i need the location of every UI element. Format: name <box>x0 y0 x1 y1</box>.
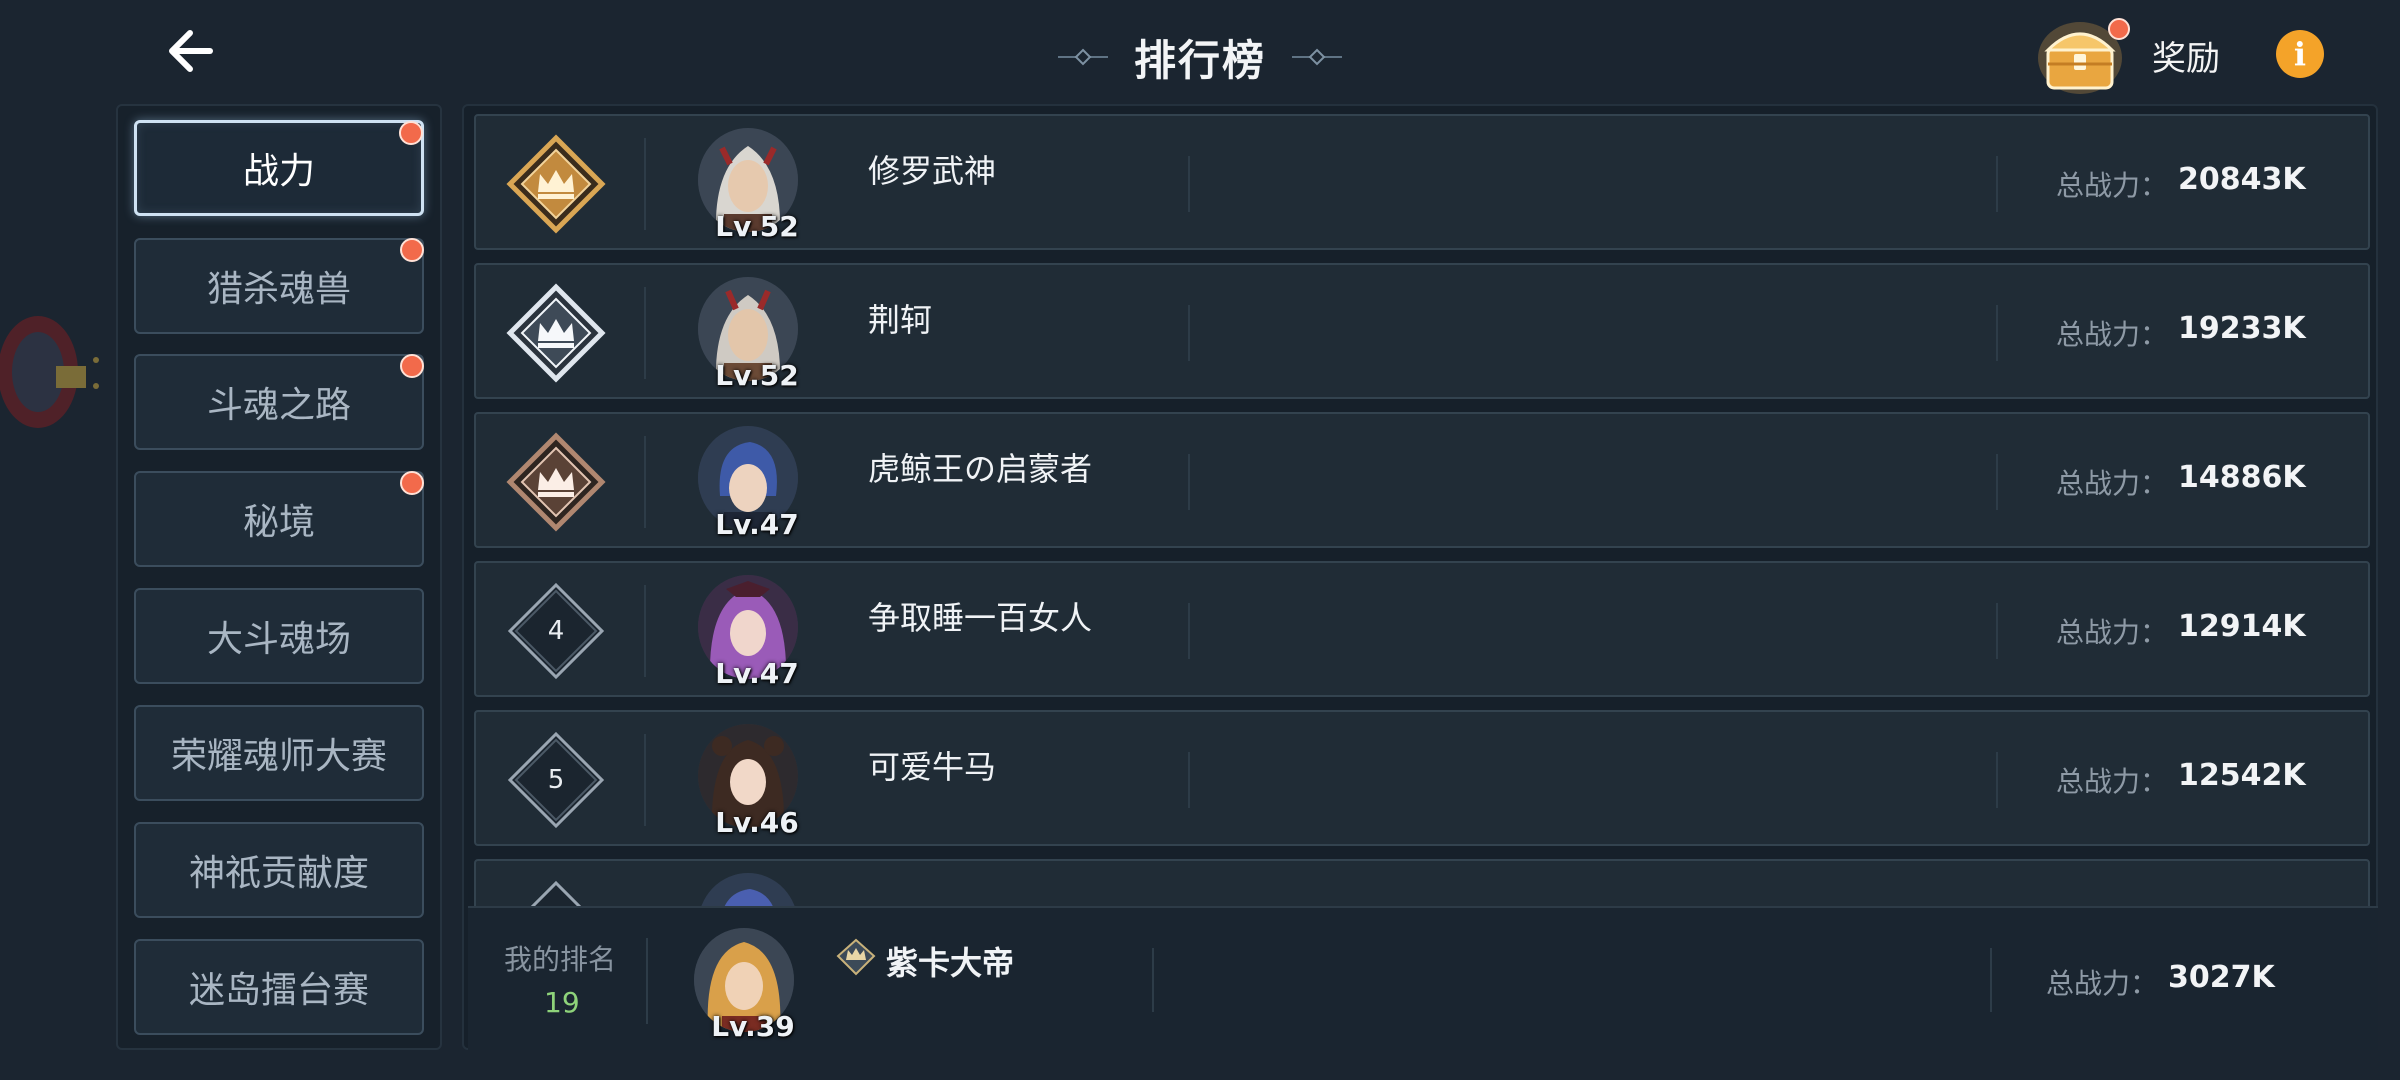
row-divider <box>1188 752 1190 808</box>
title-ornament-right-icon <box>1292 48 1342 66</box>
row-divider <box>1152 948 1154 1012</box>
row-divider <box>1996 454 1998 510</box>
power-label: 总战力： <box>2056 616 2169 649</box>
player-name: 虎鲸王の启蒙者 <box>868 450 1093 488</box>
power-value: 19233K <box>2178 311 2306 346</box>
row-divider <box>1990 948 1992 1012</box>
gold-crown-rank-icon <box>506 134 606 234</box>
back-button[interactable] <box>150 16 230 86</box>
power-value: 20843K <box>2178 162 2306 197</box>
power-label: 总战力： <box>2056 318 2169 351</box>
power-value: 12914K <box>2178 609 2306 644</box>
row-divider <box>644 585 646 677</box>
tab-notification-dot <box>400 354 424 378</box>
row-divider <box>644 138 646 230</box>
tab-hunt-beasts[interactable]: 猎杀魂兽 <box>134 238 424 334</box>
info-icon[interactable]: i <box>2276 30 2324 78</box>
tab-deity-contribution[interactable]: 神祇贡献度 <box>134 822 424 918</box>
tab-label: 秘境 <box>242 502 315 543</box>
tab-label: 猎杀魂兽 <box>206 269 351 310</box>
tab-label: 神祇贡献度 <box>188 853 369 894</box>
tab-label: 战力 <box>242 151 315 192</box>
reward-label: 奖励 <box>2152 38 2220 79</box>
tab-label: 迷岛擂台赛 <box>188 970 369 1011</box>
ranking-row[interactable]: Lv.52 荆轲 总战力： 19233K <box>474 263 2370 399</box>
my-power-label: 总战力： <box>2046 967 2159 1000</box>
row-divider <box>1996 156 1998 212</box>
row-divider <box>644 734 646 826</box>
title-bar: 排行榜 <box>1030 22 1370 92</box>
player-level: Lv.52 <box>715 359 799 392</box>
rank-number-badge: 5 <box>506 730 606 830</box>
tab-label: 大斗魂场 <box>206 619 351 660</box>
rank-number-badge: 4 <box>506 581 606 681</box>
player-level: Lv.47 <box>715 508 799 541</box>
reward-button[interactable]: 奖励 <box>2036 14 2266 96</box>
info-glyph: i <box>2293 35 2307 73</box>
rank-number: 4 <box>547 616 565 646</box>
tab-grand-arena[interactable]: 大斗魂场 <box>134 588 424 684</box>
tab-island-arena[interactable]: 迷岛擂台赛 <box>134 939 424 1035</box>
row-divider <box>644 436 646 528</box>
row-divider <box>1188 603 1190 659</box>
tab-label: 荣耀魂师大赛 <box>170 736 387 777</box>
title-ornament-left-icon <box>1057 48 1108 66</box>
row-divider <box>1188 156 1190 212</box>
row-divider <box>1188 305 1190 361</box>
ranking-row[interactable]: 5 Lv.46 可爱牛马 总战力： 12542K <box>474 710 2370 846</box>
power-label: 总战力： <box>2056 467 2169 500</box>
silver-crown-rank-icon <box>506 283 606 383</box>
row-divider <box>1996 305 1998 361</box>
tab-combat-power[interactable]: 战力 <box>134 120 424 216</box>
my-rank-bar: 我的排名 19 Lv.39 紫卡大帝 总战力： 3027K <box>468 906 2378 1050</box>
row-divider <box>646 938 648 1024</box>
player-level: Lv.47 <box>715 657 799 690</box>
my-level: Lv.39 <box>711 1010 795 1043</box>
row-divider <box>1188 454 1190 510</box>
tab-notification-dot <box>400 238 424 262</box>
my-rank-number: 19 <box>544 986 580 1019</box>
ranking-row[interactable]: Lv.47 虎鲸王の启蒙者 总战力： 14886K <box>474 412 2370 548</box>
rank-number: 5 <box>547 765 565 795</box>
power-label: 总战力： <box>2056 765 2169 798</box>
power-value: 12542K <box>2178 758 2306 793</box>
category-sidebar: 战力 猎杀魂兽 斗魂之路 秘境 大斗魂场 荣耀魂师大赛 神祇贡献度 迷岛擂台赛 <box>116 104 442 1050</box>
tab-secret-realm[interactable]: 秘境 <box>134 471 424 567</box>
my-power-value: 3027K <box>2168 960 2275 995</box>
player-level: Lv.52 <box>715 210 799 243</box>
my-player-name: 紫卡大帝 <box>886 944 1015 982</box>
tab-soul-road[interactable]: 斗魂之路 <box>134 354 424 450</box>
ranking-row[interactable]: Lv.52 修罗武神 总战力： 20843K <box>474 114 2370 250</box>
tab-notification-dot <box>400 471 424 495</box>
player-level: Lv.46 <box>715 806 799 839</box>
player-name: 修罗武神 <box>868 152 997 190</box>
title-emblem-icon <box>836 938 876 976</box>
player-name: 荆轲 <box>868 301 933 339</box>
row-divider <box>1996 603 1998 659</box>
ranking-row[interactable]: 4 Lv.47 争取睡一百女人 总战力： 12914K <box>474 561 2370 697</box>
player-name: 争取睡一百女人 <box>868 599 1093 637</box>
player-name: 可爱牛马 <box>868 748 997 786</box>
row-divider <box>1996 752 1998 808</box>
tab-label: 斗魂之路 <box>206 385 351 426</box>
arrow-left-icon <box>169 30 213 72</box>
treasure-chest-icon <box>2036 14 2130 96</box>
power-label: 总战力： <box>2056 169 2169 202</box>
tab-notification-dot <box>399 121 423 145</box>
row-divider <box>644 287 646 379</box>
tab-glory-tournament[interactable]: 荣耀魂师大赛 <box>134 705 424 801</box>
my-rank-label: 我的排名 <box>504 943 617 976</box>
side-emblem-icon <box>0 316 99 428</box>
reward-notification-dot <box>2108 18 2130 40</box>
bronze-crown-rank-icon <box>506 432 606 532</box>
power-value: 14886K <box>2178 460 2306 495</box>
page-title: 排行榜 <box>1133 35 1266 85</box>
